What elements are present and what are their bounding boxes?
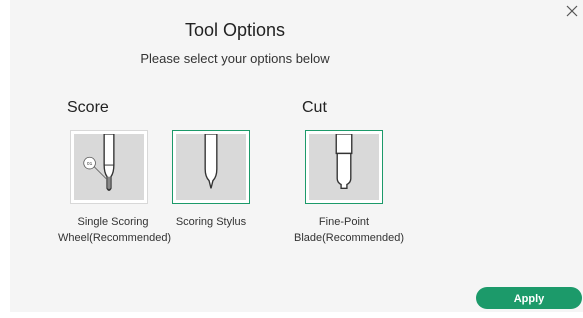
close-icon[interactable] <box>565 4 579 18</box>
scoring-wheel-badge: 01 <box>87 161 93 167</box>
fine-point-blade-label: Fine-Point Blade(Recommended) <box>294 216 405 244</box>
single-scoring-wheel-option[interactable]: 01 <box>70 130 148 204</box>
tool-options-dialog: Tool Options Please select your options … <box>0 0 583 318</box>
tool-image-frame <box>309 134 379 200</box>
scoring-wheel-icon: 01 <box>83 134 115 191</box>
dialog-title: Tool Options <box>184 20 286 40</box>
tool-image-frame: 01 <box>74 134 144 200</box>
apply-button[interactable]: Apply <box>476 287 582 309</box>
score-section-label: Score <box>67 99 109 116</box>
tool-image-frame <box>176 134 246 200</box>
bottom-edge <box>0 312 583 318</box>
left-edge <box>0 0 10 318</box>
scoring-stylus-label: Scoring Stylus <box>175 216 247 228</box>
cut-section-label: Cut <box>302 99 327 116</box>
fine-point-blade-option[interactable] <box>305 130 383 204</box>
single-scoring-wheel-label: Single Scoring Wheel(Recommended) <box>58 216 172 244</box>
fine-point-blade-icon <box>335 134 353 190</box>
scoring-stylus-icon <box>204 134 218 189</box>
scoring-stylus-option[interactable] <box>172 130 250 204</box>
dialog-subtitle: Please select your options below <box>140 51 330 66</box>
